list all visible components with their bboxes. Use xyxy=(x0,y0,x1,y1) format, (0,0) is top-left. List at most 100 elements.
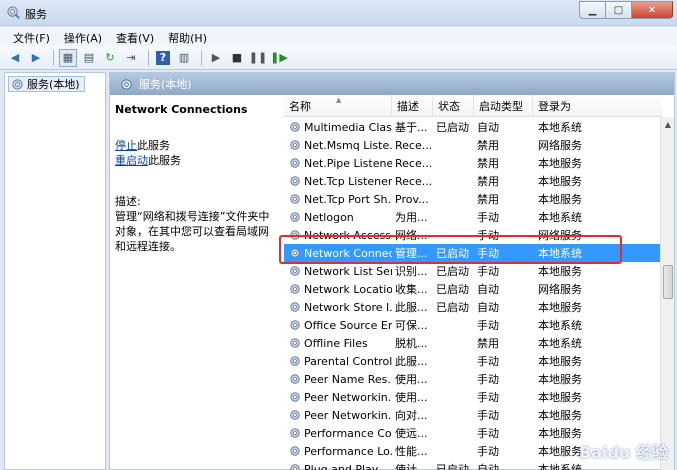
table-row[interactable]: Network Store I... 此服... 已启动 自动 本地服务 xyxy=(284,298,662,316)
table-row[interactable]: Offline Files 脱机... 禁用 本地系统 xyxy=(284,334,662,352)
back-button[interactable]: ◀ xyxy=(6,49,24,67)
table-row[interactable]: Net.Pipe Listene... Rece... 禁用 本地服务 xyxy=(284,154,662,172)
refresh-button[interactable]: ↻ xyxy=(101,49,119,67)
service-description: 此服... xyxy=(395,301,428,314)
service-log-on-as: 本地服务 xyxy=(538,355,582,368)
service-name: Performance Co... xyxy=(304,426,392,440)
service-description: 性能... xyxy=(395,445,428,458)
minimize-icon: ▁ xyxy=(588,4,597,16)
service-status: 已启动 xyxy=(436,301,469,314)
service-name-cell: Peer Name Res... xyxy=(284,373,392,386)
service-startup-type: 手动 xyxy=(477,229,499,242)
stop-service-button[interactable]: ■ xyxy=(228,49,246,67)
service-name: Net.Msmq Liste... xyxy=(304,138,392,152)
service-log-on-as: 本地系统 xyxy=(538,211,582,224)
service-name: Network Store I... xyxy=(304,300,392,314)
service-name-cell: Network Connec... xyxy=(284,247,392,260)
column-header-log-on-as[interactable]: 登录为 xyxy=(533,95,662,117)
forward-arrow-icon: ▶ xyxy=(31,51,41,64)
column-header-name[interactable]: 名称 ▲ xyxy=(284,95,392,117)
table-row[interactable]: Network Access... 网络... 手动 网络服务 xyxy=(284,226,662,244)
service-log-on-as: 本地服务 xyxy=(538,301,582,314)
service-name: Net.Pipe Listene... xyxy=(304,156,392,170)
close-button[interactable]: ✕ xyxy=(631,1,673,19)
table-row[interactable]: Peer Networkin... 向对... 手动 本地服务 xyxy=(284,406,662,424)
scroll-up-icon[interactable]: ▲ xyxy=(661,117,674,131)
service-description: 使用... xyxy=(395,391,428,404)
stop-service-link[interactable]: 停止 xyxy=(115,139,137,152)
minimize-button[interactable]: ▁ xyxy=(579,1,605,19)
service-name: Parental Controls xyxy=(304,354,392,368)
column-header-status[interactable]: 状态 xyxy=(433,95,474,117)
table-row[interactable]: Net.Tcp Listener... Rece... 禁用 本地服务 xyxy=(284,172,662,190)
service-gear-icon xyxy=(290,248,300,258)
properties-list-button[interactable]: ▤ xyxy=(80,49,98,67)
table-row[interactable]: Parental Controls 此服... 手动 本地服务 xyxy=(284,352,662,370)
restart-service-button[interactable]: ❚▶ xyxy=(270,49,288,67)
vertical-scrollbar[interactable]: ▲ xyxy=(660,117,674,470)
menu-view[interactable]: 查看(V) xyxy=(109,27,161,46)
forward-button[interactable]: ▶ xyxy=(27,49,45,67)
service-gear-icon xyxy=(290,410,300,420)
table-row[interactable]: Network Connec... 管理... 已启动 手动 本地系统 xyxy=(284,244,662,262)
service-startup-type: 禁用 xyxy=(477,193,499,206)
table-row[interactable]: Net.Msmq Liste... Rece... 禁用 网络服务 xyxy=(284,136,662,154)
tree-item-services-local[interactable]: 服务(本地) xyxy=(8,76,85,92)
scroll-thumb[interactable] xyxy=(663,265,673,299)
start-service-button[interactable]: ▶ xyxy=(207,49,225,67)
menu-action[interactable]: 操作(A) xyxy=(57,27,109,46)
pane-header-title: 服务(本地) xyxy=(139,78,192,91)
service-gear-icon xyxy=(290,158,300,168)
table-row[interactable]: Net.Tcp Port Sh... Prov... 禁用 本地服务 xyxy=(284,190,662,208)
service-status: 已启动 xyxy=(436,463,469,470)
service-gear-icon xyxy=(290,212,300,222)
service-log-on-as: 本地服务 xyxy=(538,157,582,170)
stop-suffix: 此服务 xyxy=(137,139,170,152)
service-name-cell: Office Source En... xyxy=(284,319,392,332)
pause-service-button[interactable]: ❚❚ xyxy=(249,49,267,67)
table-row[interactable]: Network List Ser... 识别... 已启动 手动 本地服务 xyxy=(284,262,662,280)
service-name-cell: Performance Lo... xyxy=(284,445,392,458)
service-startup-type: 手动 xyxy=(477,319,499,332)
service-name: Offline Files xyxy=(304,336,368,350)
table-row[interactable]: Network Locatio... 收集... 已启动 自动 网络服务 xyxy=(284,280,662,298)
service-gear-icon xyxy=(290,302,300,312)
service-log-on-as: 本地系统 xyxy=(538,121,582,134)
table-row[interactable]: Netlogon 为用... 手动 本地系统 xyxy=(284,208,662,226)
window-controls: ▁ □ ✕ xyxy=(579,1,673,19)
service-name-cell: Net.Pipe Listene... xyxy=(284,157,392,170)
menu-help[interactable]: 帮助(H) xyxy=(161,27,214,46)
table-row[interactable]: Office Source En... 可保... 手动 本地系统 xyxy=(284,316,662,334)
service-name-cell: Network Access... xyxy=(284,229,392,242)
service-startup-type: 手动 xyxy=(477,373,499,386)
column-header-description[interactable]: 描述 xyxy=(392,95,433,117)
column-header-startup-type[interactable]: 启动类型 xyxy=(474,95,533,117)
window-title: 服务 xyxy=(25,8,47,21)
table-row[interactable]: Peer Name Res... 使用... 手动 本地服务 xyxy=(284,370,662,388)
service-name-cell: Parental Controls xyxy=(284,355,392,368)
refresh-icon: ↻ xyxy=(105,51,115,64)
show-action-pane-button[interactable]: ▥ xyxy=(175,49,193,67)
restart-service-link[interactable]: 重启动 xyxy=(115,154,148,167)
service-log-on-as: 本地服务 xyxy=(538,409,582,422)
table-row[interactable]: Multimedia Clas... 基于... 已启动 自动 本地系统 xyxy=(284,118,662,136)
watermark: Baidu 经验 xyxy=(579,443,668,462)
title-bar: 服务 ▁ □ ✕ xyxy=(0,0,677,26)
service-gear-icon xyxy=(290,230,300,240)
service-description: 使远... xyxy=(395,427,428,440)
service-name-cell: Performance Co... xyxy=(284,427,392,440)
service-log-on-as: 网络服务 xyxy=(538,139,582,152)
services-gear-icon xyxy=(7,6,20,19)
table-row[interactable]: Peer Networkin... 使用... 手动 本地服务 xyxy=(284,388,662,406)
service-log-on-as: 本地服务 xyxy=(538,175,582,188)
show-tree-button[interactable]: ▦ xyxy=(59,48,77,67)
export-list-button[interactable]: ⇥ xyxy=(122,49,140,67)
service-startup-type: 禁用 xyxy=(477,337,499,350)
service-gear-icon xyxy=(290,122,300,132)
help-button[interactable]: ? xyxy=(154,49,172,67)
sort-ascending-icon: ▲ xyxy=(336,96,342,104)
menu-file[interactable]: 文件(F) xyxy=(6,27,57,46)
service-name: Net.Tcp Listener... xyxy=(304,174,392,188)
toolbar-separator xyxy=(201,49,202,66)
maximize-button[interactable]: □ xyxy=(605,1,631,19)
